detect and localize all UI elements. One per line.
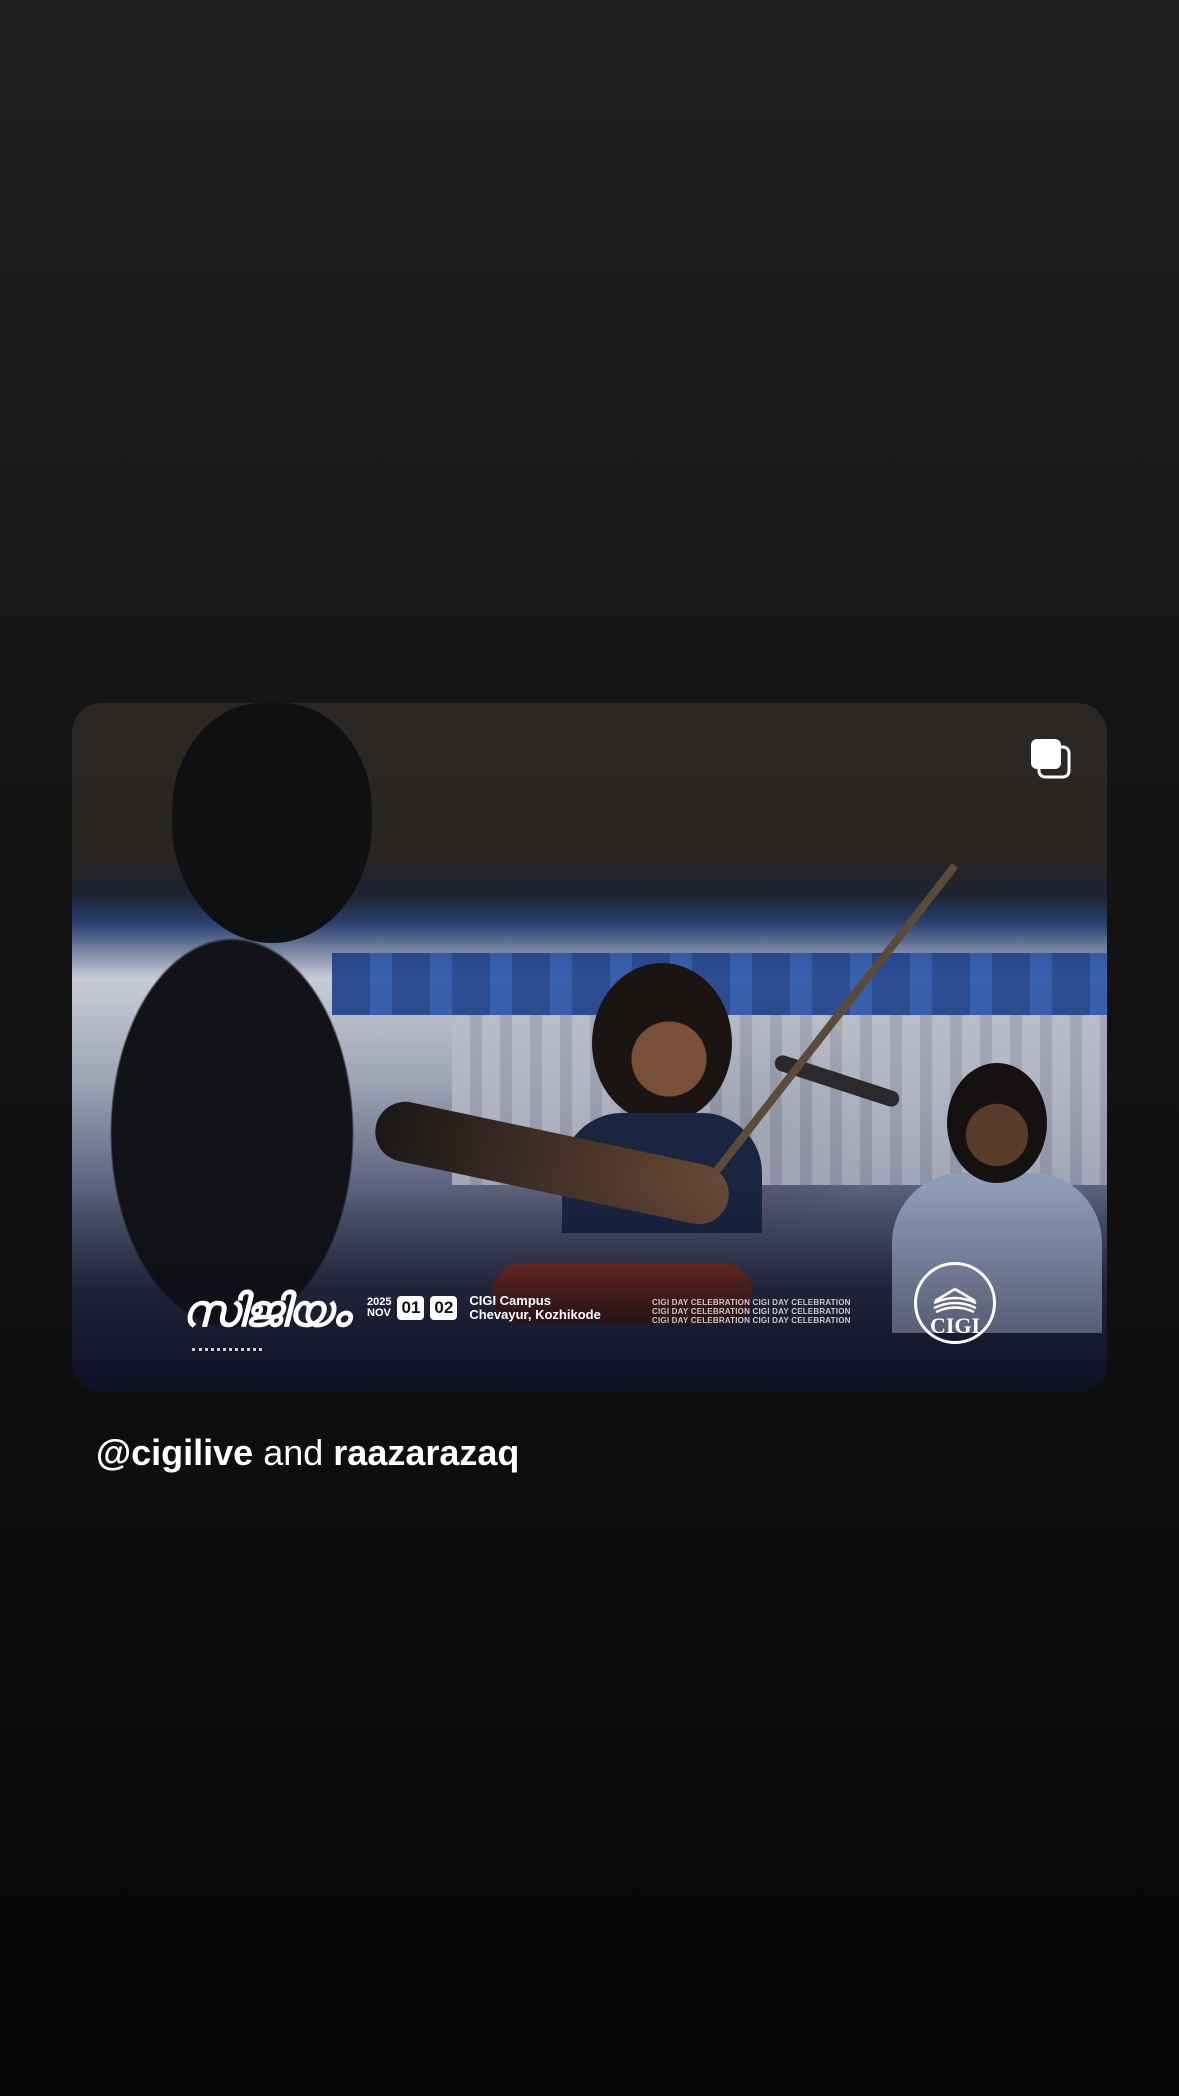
event-day-end: 02	[430, 1296, 458, 1320]
celebration-text-block: CIGI DAY CELEBRATION CIGI DAY CELEBRATIO…	[652, 1298, 872, 1325]
post-image-card[interactable]: സിജിയം 2025 NOV 01 02 CIGI Campus Chevay…	[72, 703, 1107, 1392]
venue-line1: CIGI Campus	[469, 1293, 551, 1308]
celebration-line: CIGI DAY CELEBRATION CIGI DAY CELEBRATIO…	[652, 1307, 851, 1316]
event-year-month: 2025 NOV	[367, 1297, 391, 1319]
event-month: NOV	[367, 1307, 391, 1319]
event-venue: CIGI Campus Chevayur, Kozhikode	[469, 1294, 600, 1322]
multiple-photos-icon	[1031, 739, 1071, 779]
caption-conjunction: and	[263, 1432, 324, 1473]
event-logo-text: സിജിയം	[182, 1286, 350, 1337]
cigi-logo: CIGI	[914, 1262, 996, 1344]
event-logo-subtext	[192, 1348, 262, 1361]
cigi-logo-waves-icon	[933, 1287, 977, 1313]
caption-user-cigilive[interactable]: @cigilive	[96, 1432, 253, 1473]
event-info-overlay: സിജിയം 2025 NOV 01 02 CIGI Campus Chevay…	[72, 1262, 1107, 1370]
event-day-start: 01	[397, 1296, 425, 1320]
cigi-logo-text: CIGI	[929, 1313, 981, 1338]
event-date: 2025 NOV 01 02 CIGI Campus Chevayur, Koz…	[367, 1294, 601, 1322]
venue-line2: Chevayur, Kozhikode	[469, 1307, 601, 1322]
celebration-line: CIGI DAY CELEBRATION CIGI DAY CELEBRATIO…	[652, 1316, 851, 1325]
caption-user-raazarazaq[interactable]: raazarazaq	[333, 1432, 519, 1473]
celebration-line: CIGI DAY CELEBRATION CIGI DAY CELEBRATIO…	[652, 1298, 851, 1307]
post-caption: @cigilive and raazarazaq	[96, 1432, 519, 1474]
event-logo: സിജിയം	[172, 1280, 350, 1370]
